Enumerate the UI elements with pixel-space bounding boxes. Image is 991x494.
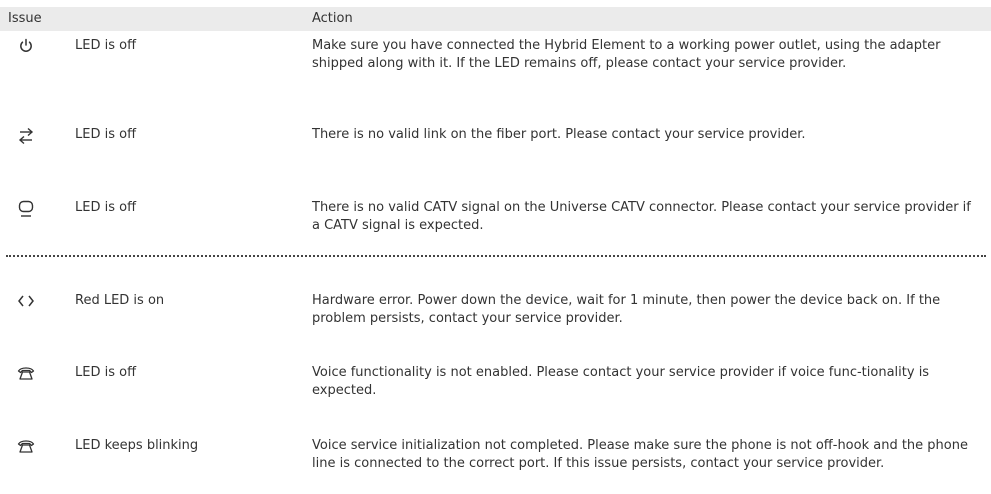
action-text: Hardware error. Power down the device, w…: [312, 293, 941, 326]
issue-text: Red LED is on: [75, 293, 165, 308]
section-divider: [6, 255, 986, 257]
table-header: Issue Action: [0, 7, 991, 31]
action-text: Make sure you have connected the Hybrid …: [312, 38, 941, 71]
action-text: Voice functionality is not enabled. Plea…: [312, 365, 930, 398]
action-text: Voice service initialization not complet…: [312, 438, 968, 471]
issue-column-header: Issue: [8, 11, 42, 26]
issue-text: LED is off: [75, 365, 137, 380]
power-icon: [17, 37, 35, 55]
fiber-link-icon: [17, 126, 35, 146]
action-column-header: Action: [312, 11, 353, 26]
phone-icon: [17, 364, 35, 382]
action-text: There is no valid link on the fiber port…: [312, 127, 806, 142]
issue-text: LED is off: [75, 127, 137, 142]
issue-text: LED is off: [75, 38, 137, 53]
action-text: There is no valid CATV signal on the Uni…: [312, 200, 971, 233]
hardware-icon: [17, 292, 35, 310]
issue-text: LED is off: [75, 200, 137, 215]
catv-icon: [17, 199, 35, 219]
phone-icon: [17, 437, 35, 455]
issue-text: LED keeps blinking: [75, 438, 199, 453]
